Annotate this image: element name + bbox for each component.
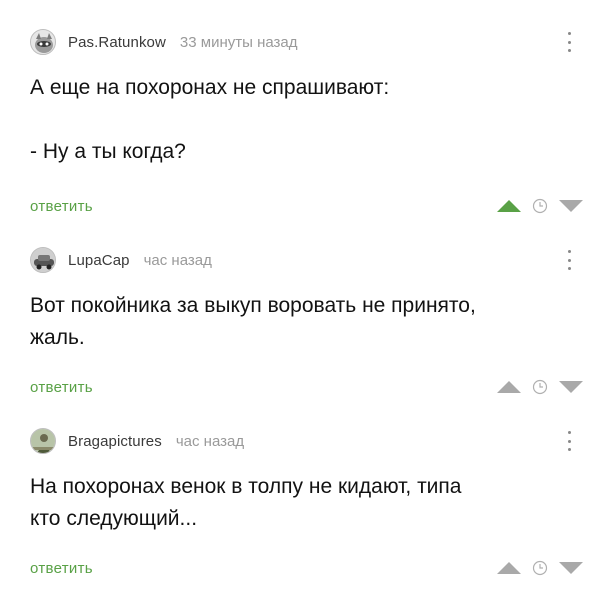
reply-link[interactable]: ответить — [30, 379, 93, 396]
upvote-triangle-icon[interactable] — [496, 199, 522, 213]
comment-text-line: На похоронах венок в толпу не кидают, ти… — [30, 475, 462, 498]
comment-text: Вот покойника за выкуп воровать не приня… — [30, 290, 570, 354]
comment-header: Bragapictures час назад — [30, 427, 244, 455]
raccoon-avatar-icon[interactable] — [30, 29, 56, 55]
more-vertical-icon[interactable] — [564, 428, 574, 454]
comment-username[interactable]: LupaCap — [68, 252, 130, 269]
upvote-triangle-icon[interactable] — [496, 561, 522, 575]
clock-icon[interactable] — [532, 560, 548, 576]
comment-text-line: жаль. — [30, 326, 85, 349]
car-avatar-icon[interactable] — [30, 247, 56, 273]
comment-text-line: А еще на похоронах не спрашивают: — [30, 76, 390, 99]
downvote-triangle-icon[interactable] — [558, 380, 584, 394]
vote-controls — [496, 198, 584, 214]
comment-time[interactable]: час назад — [176, 433, 244, 450]
comment-text-line: Вот покойника за выкуп воровать не приня… — [30, 294, 476, 317]
downvote-triangle-icon[interactable] — [558, 199, 584, 213]
upvote-triangle-icon[interactable] — [496, 380, 522, 394]
clock-icon[interactable] — [532, 379, 548, 395]
more-vertical-icon[interactable] — [564, 247, 574, 273]
comment-text-line: кто следующий... — [30, 507, 198, 530]
comment-time[interactable]: 33 минуты назад — [180, 34, 298, 51]
comment-time[interactable]: час назад — [144, 252, 212, 269]
comment-header: Pas.Ratunkow 33 минуты назад — [30, 28, 298, 56]
clock-icon[interactable] — [532, 198, 548, 214]
comment-text: На похоронах венок в толпу не кидают, ти… — [30, 471, 570, 535]
comment-username[interactable]: Pas.Ratunkow — [68, 34, 166, 51]
comment-text-line: - Ну а ты когда? — [30, 140, 186, 163]
comment-header: LupaCap час назад — [30, 246, 212, 274]
comment-text: А еще на похоронах не спрашивают: - Ну а… — [30, 72, 570, 168]
more-vertical-icon[interactable] — [564, 29, 574, 55]
vote-controls — [496, 379, 584, 395]
downvote-triangle-icon[interactable] — [558, 561, 584, 575]
reply-link[interactable]: ответить — [30, 560, 93, 577]
comment-username[interactable]: Bragapictures — [68, 433, 162, 450]
figure-avatar-icon[interactable] — [30, 428, 56, 454]
vote-controls — [496, 560, 584, 576]
reply-link[interactable]: ответить — [30, 198, 93, 215]
